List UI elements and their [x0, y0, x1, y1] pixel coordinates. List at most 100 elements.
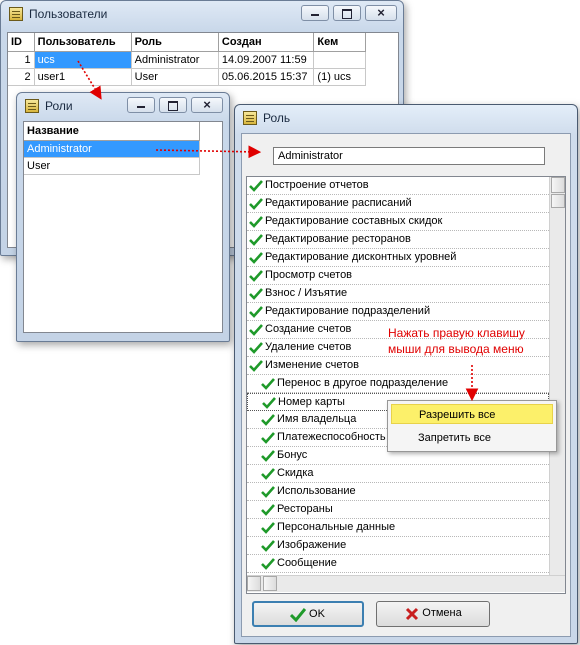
check-icon[interactable]: [261, 485, 275, 499]
check-icon[interactable]: [249, 359, 263, 373]
close-icon: ×: [377, 5, 385, 20]
permission-label: Изменение счетов: [265, 359, 359, 371]
permission-label: Взнос / Изъятие: [265, 287, 348, 299]
permission-row[interactable]: Перенос в другое подразделение: [247, 375, 549, 393]
roles-window: Роли × Название Administrator User: [16, 92, 230, 342]
menu-item-allow-all[interactable]: Разрешить все: [391, 404, 553, 424]
list-item[interactable]: Administrator: [24, 140, 200, 158]
check-icon[interactable]: [261, 413, 275, 427]
permission-label: Имя владельца: [277, 413, 357, 425]
col-role[interactable]: Роль: [131, 33, 219, 52]
maximize-button[interactable]: [159, 97, 187, 113]
permission-label: Редактирование дисконтных уровней: [265, 251, 457, 263]
minimize-icon: [137, 106, 145, 108]
check-icon[interactable]: [249, 197, 263, 211]
check-icon[interactable]: [249, 341, 263, 355]
permission-row[interactable]: Редактирование расписаний: [247, 195, 549, 213]
annotation-text: Нажать правую клавишу мыши для вывода ме…: [388, 325, 578, 357]
check-icon[interactable]: [261, 449, 275, 463]
permission-row[interactable]: Использование: [247, 483, 549, 501]
minimize-button[interactable]: [127, 97, 155, 113]
ok-button[interactable]: OK: [252, 601, 364, 627]
permission-label: Редактирование подразделений: [265, 305, 431, 317]
table-row[interactable]: 1 ucs Administrator 14.09.2007 11:59: [8, 51, 366, 69]
permission-label: Создание счетов: [265, 323, 352, 335]
permission-label: Скидка: [277, 467, 314, 479]
role-name-field[interactable]: Administrator: [273, 147, 545, 165]
cell-created: 05.06.2015 15:37: [218, 68, 315, 86]
maximize-button[interactable]: [333, 5, 361, 21]
check-icon[interactable]: [262, 396, 276, 410]
scroll-left-button[interactable]: [247, 576, 261, 591]
menu-item-deny-all[interactable]: Запретить все: [391, 428, 553, 448]
vertical-scrollbar[interactable]: [549, 177, 565, 575]
check-icon[interactable]: [249, 251, 263, 265]
permission-row[interactable]: Взнос / Изъятие: [247, 285, 549, 303]
horizontal-scrollbar[interactable]: [247, 575, 565, 592]
users-app-icon: [9, 7, 23, 21]
close-button[interactable]: ×: [191, 97, 223, 113]
check-icon[interactable]: [249, 287, 263, 301]
check-icon[interactable]: [261, 557, 275, 571]
permission-row[interactable]: Изменение счетов: [247, 357, 549, 375]
check-icon[interactable]: [249, 215, 263, 229]
permission-row[interactable]: Редактирование ресторанов: [247, 231, 549, 249]
role-item-user[interactable]: User: [24, 157, 200, 175]
role-window-title: Роль: [263, 111, 291, 125]
table-row[interactable]: 2 user1 User 05.06.2015 15:37 (1) ucs: [8, 68, 366, 86]
permission-row[interactable]: Построение отчетов: [247, 177, 549, 195]
permission-label: Редактирование ресторанов: [265, 233, 411, 245]
cell-user[interactable]: user1: [34, 68, 132, 86]
check-icon[interactable]: [249, 179, 263, 193]
roles-titlebar[interactable]: Роли ×: [17, 93, 229, 119]
col-name[interactable]: Название: [24, 122, 200, 141]
scroll-h-thumb[interactable]: [263, 576, 277, 591]
check-icon[interactable]: [261, 521, 275, 535]
check-icon[interactable]: [249, 305, 263, 319]
permission-label: Просмотр счетов: [265, 269, 353, 281]
permission-row[interactable]: Редактирование составных скидок: [247, 213, 549, 231]
close-button[interactable]: ×: [365, 5, 397, 21]
permission-row[interactable]: Рестораны: [247, 501, 549, 519]
permission-row[interactable]: Сообщение: [247, 555, 549, 573]
check-icon[interactable]: [261, 467, 275, 481]
check-icon[interactable]: [261, 503, 275, 517]
permission-label: Удаление счетов: [265, 341, 352, 353]
check-icon[interactable]: [249, 233, 263, 247]
col-id[interactable]: ID: [8, 33, 35, 52]
permission-row[interactable]: Изображение: [247, 537, 549, 555]
cell-user[interactable]: ucs: [34, 51, 132, 69]
maximize-icon: [342, 9, 352, 19]
check-icon[interactable]: [261, 431, 275, 445]
scroll-up-button[interactable]: [551, 177, 565, 193]
permission-row[interactable]: Скидка: [247, 465, 549, 483]
permission-row[interactable]: Персональные данные: [247, 519, 549, 537]
check-icon[interactable]: [249, 323, 263, 337]
role-window: Роль Administrator Построение отчетов Ред…: [234, 104, 578, 644]
permission-row[interactable]: Редактирование дисконтных уровней: [247, 249, 549, 267]
scroll-thumb[interactable]: [551, 194, 565, 208]
annotation-line-2: мыши для вывода меню: [388, 342, 524, 356]
list-item[interactable]: User: [24, 157, 200, 175]
users-titlebar[interactable]: Пользователи ×: [1, 1, 403, 27]
check-icon[interactable]: [261, 377, 275, 391]
cancel-button[interactable]: Отмена: [376, 601, 490, 627]
users-window-title: Пользователи: [29, 7, 108, 21]
check-icon[interactable]: [249, 269, 263, 283]
check-icon[interactable]: [261, 539, 275, 553]
role-titlebar[interactable]: Роль: [235, 105, 577, 131]
role-item-administrator[interactable]: Administrator: [24, 140, 200, 158]
cell-role: User: [131, 68, 219, 86]
minimize-button[interactable]: [301, 5, 329, 21]
roles-header-row: Название: [24, 122, 200, 141]
permission-label: Перенос в другое подразделение: [277, 377, 449, 389]
cell-by: (1) ucs: [313, 68, 366, 86]
permission-label: Построение отчетов: [265, 179, 369, 191]
col-created[interactable]: Создан: [218, 33, 315, 52]
permission-row[interactable]: Просмотр счетов: [247, 267, 549, 285]
col-by[interactable]: Кем: [313, 33, 366, 52]
permission-row[interactable]: Редактирование подразделений: [247, 303, 549, 321]
cell-role: Administrator: [131, 51, 219, 69]
roles-table: Название Administrator User: [23, 121, 223, 333]
col-user[interactable]: Пользователь: [34, 33, 132, 52]
